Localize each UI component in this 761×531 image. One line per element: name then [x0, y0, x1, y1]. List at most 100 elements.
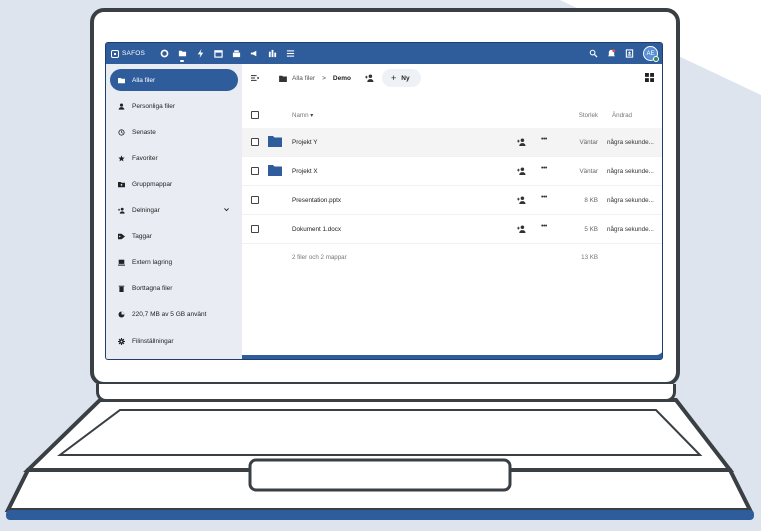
sort-arrow-icon: ▾ [310, 112, 314, 119]
more-actions-icon[interactable]: ••• [541, 194, 547, 201]
sidebar-item-external-storage[interactable]: Extern lagring [110, 251, 238, 273]
status-dot [653, 56, 659, 62]
history-icon [118, 128, 125, 136]
file-modified: några sekunde... [607, 197, 654, 204]
more-actions-icon[interactable]: ••• [541, 136, 547, 143]
more-actions-icon[interactable]: ••• [541, 165, 547, 172]
table-header: Namn ▾ Storlek Ändrad [242, 102, 662, 128]
summary-text: 2 filer och 2 mappar [292, 254, 347, 261]
breadcrumb-current[interactable]: Demo [333, 75, 351, 82]
tag-icon [118, 233, 125, 239]
stage: SAFOS AE Alla filer Personliga filer Sen… [0, 0, 761, 531]
share-icon[interactable] [365, 74, 374, 82]
brand-name: SAFOS [122, 50, 146, 57]
contacts-icon[interactable] [625, 45, 634, 63]
folder-icon [268, 165, 282, 176]
file-name[interactable]: Presentation.pptx [292, 197, 341, 204]
star-icon [118, 154, 125, 161]
column-modified[interactable]: Ändrad [612, 112, 632, 119]
sidebar-item-recent[interactable]: Senaste [110, 121, 238, 143]
calendar-icon[interactable] [209, 43, 227, 64]
notifications-icon[interactable] [607, 45, 616, 63]
folder-icon [279, 75, 287, 82]
deck-icon[interactable] [227, 43, 245, 64]
summary-size: 13 KB [581, 254, 598, 261]
file-name[interactable]: Dokument 1.docx [292, 226, 341, 233]
row-checkbox[interactable] [251, 196, 259, 204]
sidebar-item-label: Borttagna filer [132, 284, 173, 292]
sidebar-item-shares[interactable]: Delningar [110, 199, 238, 221]
new-button[interactable]: + Ny [381, 69, 421, 87]
chevron-down-icon[interactable] [223, 206, 230, 213]
row-checkbox[interactable] [251, 167, 259, 175]
file-list-panel: Alla filer > Demo + Ny Namn ▾ Storlek Än… [242, 64, 662, 355]
share-icon[interactable] [517, 167, 526, 175]
toggle-navigation-icon[interactable] [251, 74, 259, 82]
sidebar-item-label: Taggar [132, 232, 152, 240]
sidebar-item-label: Favoriter [132, 154, 158, 162]
folder-icon [118, 77, 125, 83]
activity-icon[interactable] [191, 43, 209, 64]
avatar[interactable]: AE [643, 46, 659, 62]
person-icon [118, 103, 125, 110]
table-row[interactable]: Projekt Y ••• Väntar några sekunde... [242, 128, 662, 157]
pie-chart-icon [118, 310, 125, 318]
table-row[interactable]: Projekt X ••• Väntar några sekunde... [242, 157, 662, 186]
table-row[interactable]: Dokument 1.docx ••• 5 KB några sekunde..… [242, 215, 662, 244]
logo-icon [111, 49, 119, 58]
sidebar-item-quota[interactable]: 220,7 MB av 5 GB använt [110, 303, 238, 325]
column-size[interactable]: Storlek [579, 112, 598, 119]
search-icon[interactable] [589, 45, 598, 63]
top-right-actions: AE [589, 43, 659, 64]
sidebar-item-label: Extern lagring [132, 258, 173, 266]
tasks-icon[interactable] [281, 43, 299, 64]
folder-icon[interactable] [173, 43, 191, 64]
table-row[interactable]: Presentation.pptx ••• 8 KB några sekunde… [242, 186, 662, 215]
share-icon[interactable] [517, 196, 526, 204]
file-name[interactable]: Projekt X [292, 168, 318, 175]
file-size: Väntar [579, 168, 598, 175]
sidebar-item-file-settings[interactable]: Filinställningar [110, 330, 238, 352]
sidebar-item-all-files[interactable]: Alla filer [110, 69, 238, 91]
breadcrumb-separator: > [322, 74, 326, 82]
brand-logo[interactable]: SAFOS [111, 49, 146, 58]
file-size: 5 KB [584, 226, 598, 233]
plus-icon: + [390, 73, 397, 83]
sidebar-item-tags[interactable]: Taggar [110, 225, 238, 247]
grid-view-icon[interactable] [645, 73, 654, 82]
file-size: Väntar [579, 139, 598, 146]
share-icon[interactable] [517, 138, 526, 146]
sidebar-item-label: 220,7 MB av 5 GB använt [132, 310, 207, 318]
file-modified: några sekunde... [607, 139, 654, 146]
sidebar-item-label: Alla filer [132, 76, 156, 84]
file-modified: några sekunde... [607, 168, 654, 175]
file-name[interactable]: Projekt Y [292, 139, 317, 146]
column-name-label: Namn [292, 112, 309, 119]
breadcrumb-root[interactable]: Alla filer [292, 75, 315, 82]
app-switcher [155, 43, 299, 64]
sidebar-item-personal-files[interactable]: Personliga filer [110, 95, 238, 117]
sidebar-item-group-folders[interactable]: Gruppmappar [110, 173, 238, 195]
column-name[interactable]: Namn ▾ [292, 112, 313, 119]
sidebar-item-favorites[interactable]: Favoriter [110, 147, 238, 169]
select-all-checkbox[interactable] [251, 111, 259, 119]
share-icon[interactable] [517, 225, 526, 233]
stats-icon[interactable] [263, 43, 281, 64]
group-folder-icon [118, 181, 125, 187]
folder-icon [268, 136, 282, 147]
announcement-icon[interactable] [245, 43, 263, 64]
external-storage-icon [118, 259, 125, 266]
row-checkbox[interactable] [251, 225, 259, 233]
sidebar-item-deleted-files[interactable]: Borttagna filer [110, 277, 238, 299]
sidebar-item-label: Personliga filer [132, 102, 175, 110]
more-actions-icon[interactable]: ••• [541, 223, 547, 230]
sidebar-item-label: Gruppmappar [132, 180, 173, 188]
trash-icon [118, 285, 125, 292]
breadcrumb: Alla filer > Demo + Ny [242, 64, 662, 92]
app-window: SAFOS AE Alla filer Personliga filer Sen… [105, 42, 663, 360]
sidebar-item-label: Filinställningar [132, 337, 174, 345]
circle-icon[interactable] [155, 43, 173, 64]
new-button-label: Ny [401, 74, 410, 82]
row-checkbox[interactable] [251, 138, 259, 146]
file-modified: några sekunde... [607, 226, 654, 233]
